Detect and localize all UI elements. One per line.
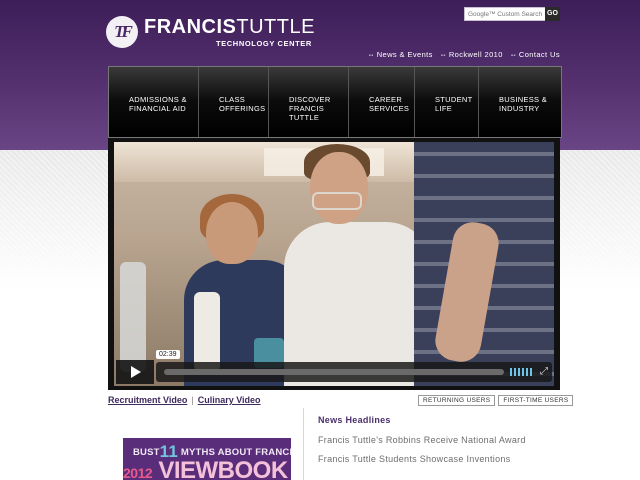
user-type-tabs: RETURNING USERS FIRST-TIME USERS [418, 395, 574, 406]
utility-link-label: Rockwell 2010 [448, 50, 503, 59]
viewbook-title-text: VIEWBOOK [158, 457, 288, 480]
search-go-button[interactable]: GO [545, 7, 560, 21]
utility-link-label: News & Events [376, 50, 433, 59]
nav-item-discover[interactable]: DISCOVER FRANCIS TUTTLE [269, 67, 349, 137]
bullet-icon: ▪▪ [440, 53, 446, 59]
viewbook-title: 2012 VIEWBOOK [123, 457, 288, 480]
fullscreen-icon[interactable]: ⤢ [538, 366, 550, 378]
video-controls: ⤢ 02:39 [114, 350, 554, 384]
utility-link-rockwell[interactable]: ▪▪ Rockwell 2010 [441, 50, 503, 59]
nav-item-business-industry[interactable]: BUSINESS & INDUSTRY [479, 67, 561, 137]
news-heading: News Headlines [318, 415, 391, 425]
nav-item-student-life[interactable]: STUDENT LIFE [415, 67, 479, 137]
bullet-icon: ▪▪ [510, 53, 516, 59]
logo-name-bold: FRANCIS [144, 16, 237, 38]
scene-student-face [206, 202, 258, 264]
video-progress-bar[interactable] [164, 369, 504, 375]
first-time-users-tab[interactable]: FIRST-TIME USERS [498, 395, 574, 406]
logo-name-light: TUTTLE [236, 16, 315, 38]
play-icon[interactable] [116, 360, 154, 384]
news-item[interactable]: Francis Tuttle's Robbins Receive Nationa… [318, 434, 548, 447]
column-divider [303, 408, 304, 480]
news-list: Francis Tuttle's Robbins Receive Nationa… [318, 434, 548, 471]
logo-subtitle: TECHNOLOGY CENTER [216, 39, 312, 48]
video-player[interactable]: ⤢ 02:39 [108, 138, 560, 390]
logo-mark-icon: TF [106, 16, 138, 48]
utility-link-label: Contact Us [518, 50, 560, 59]
nav-item-class-offerings[interactable]: CLASS OFFERINGS [199, 67, 269, 137]
link-separator: | [191, 395, 194, 405]
scene-safety-glasses [312, 192, 362, 210]
search-input[interactable] [464, 7, 547, 21]
utility-nav: ▪▪ News & Events ▪▪ Rockwell 2010 ▪▪ Contac… [369, 50, 560, 59]
nav-item-career-services[interactable]: CAREER SERVICES [349, 67, 415, 137]
video-links: Recruitment Video | Culinary Video [108, 395, 261, 405]
culinary-video-link[interactable]: Culinary Video [198, 395, 261, 405]
nav-item-admissions[interactable]: ADMISSIONS & FINANCIAL AID [109, 67, 199, 137]
scene-bottle [120, 262, 146, 372]
bullet-icon: ▪▪ [368, 53, 374, 59]
returning-users-tab[interactable]: RETURNING USERS [418, 395, 496, 406]
utility-link-contact[interactable]: ▪▪ Contact Us [511, 50, 560, 59]
scene-student-face [310, 152, 368, 224]
video-time: 02:39 [156, 350, 180, 359]
site-search: GO [464, 7, 560, 21]
video-control-bar: ⤢ [156, 362, 552, 382]
viewbook-year: 2012 [123, 465, 153, 480]
news-item[interactable]: Francis Tuttle Students Showcase Inventi… [318, 453, 548, 466]
video-frame [114, 142, 554, 386]
site-logo[interactable]: TF FRANCISTUTTLE TECHNOLOGY CENTER [106, 14, 326, 54]
utility-link-news-events[interactable]: ▪▪ News & Events [369, 50, 433, 59]
main-nav: ADMISSIONS & FINANCIAL AID CLASS OFFERIN… [108, 66, 562, 138]
recruitment-video-link[interactable]: Recruitment Video [108, 395, 187, 405]
viewbook-banner[interactable]: BUST11 MYTHS ABOUT FRANCIS TUTTLE HERE 2… [123, 438, 291, 480]
volume-icon[interactable] [510, 368, 532, 376]
logo-name: FRANCISTUTTLE [144, 16, 315, 39]
